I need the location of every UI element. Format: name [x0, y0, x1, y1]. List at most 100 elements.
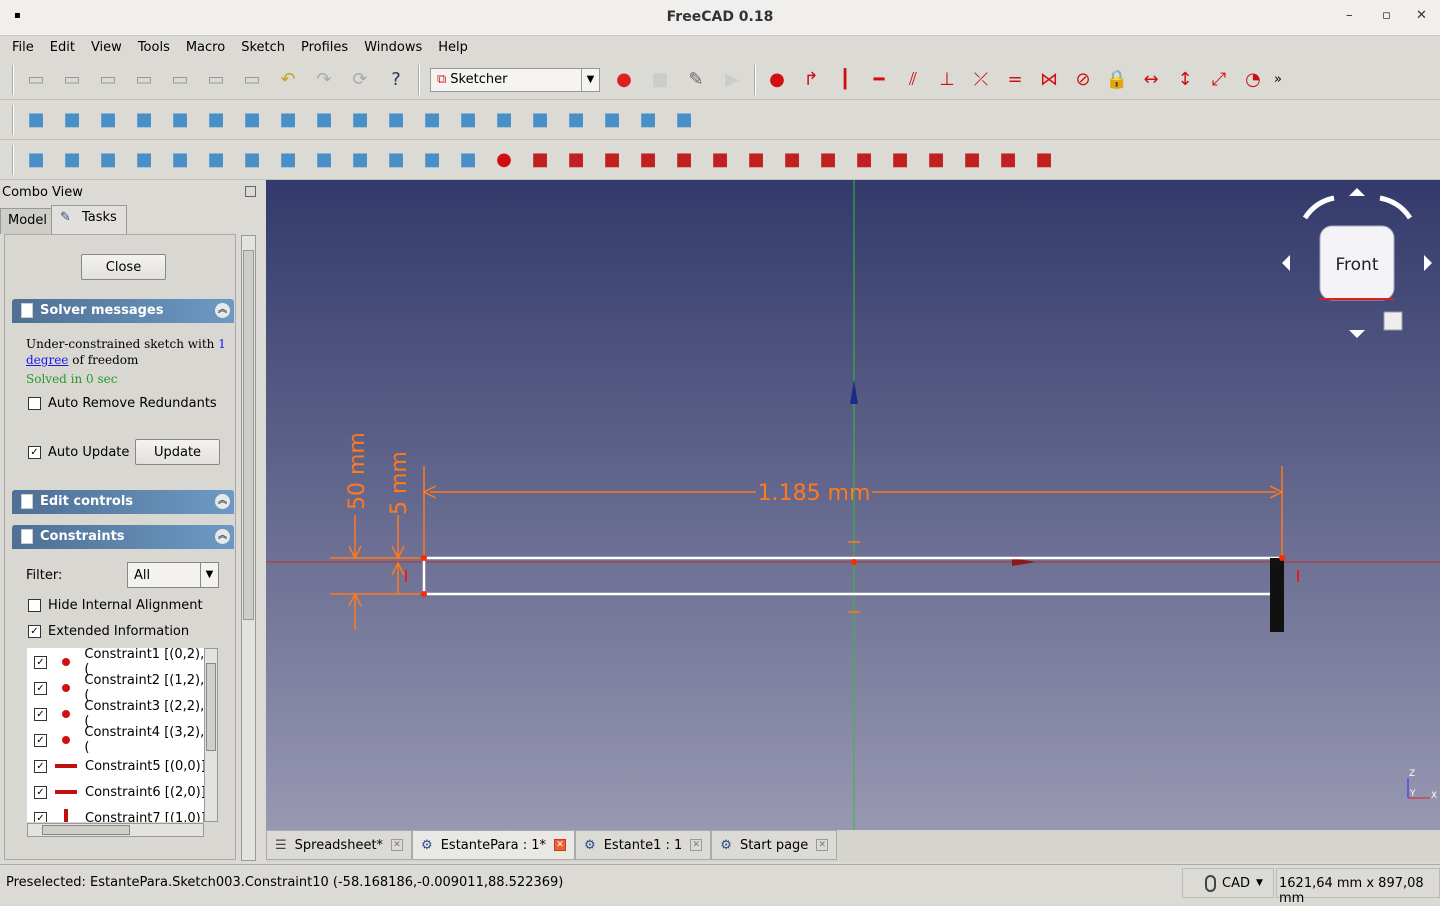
menu-sketch[interactable]: Sketch	[233, 37, 293, 59]
doc-tab[interactable]: ☰ Spreadsheet* ✕	[266, 830, 413, 860]
maximize-button[interactable]: ▫	[1382, 8, 1391, 23]
switch-virtual-icon[interactable]: ■	[455, 147, 481, 173]
conflicting-icon[interactable]: ■	[383, 147, 409, 173]
right-icon[interactable]: ■	[239, 107, 265, 133]
record-macro-icon[interactable]: ●	[611, 67, 637, 93]
trim-icon[interactable]: ■	[887, 147, 913, 173]
constraint-list-vscroll[interactable]	[204, 648, 218, 822]
perpendicular-icon[interactable]: ⊥	[934, 67, 960, 93]
collapse-icon[interactable]: ︽	[215, 303, 230, 318]
close-shape-icon[interactable]: ■	[95, 147, 121, 173]
horizontal-distance-icon[interactable]: ↔	[1138, 67, 1164, 93]
workbench-selector[interactable]: ⧉ Sketcher ▼	[430, 67, 600, 92]
filter-select[interactable]: All ▼	[127, 562, 219, 588]
select-origin-icon[interactable]: ■	[203, 147, 229, 173]
new-sketch-icon[interactable]: ■	[23, 147, 49, 173]
constraint-checkbox[interactable]: ✓	[34, 733, 47, 747]
hide-internal-alignment-checkbox[interactable]	[28, 599, 41, 612]
horizontal-icon[interactable]: ━	[866, 67, 892, 93]
grid-icon[interactable]: ■	[419, 147, 445, 173]
fillet-icon[interactable]: ■	[851, 147, 877, 173]
menu-macro[interactable]: Macro	[178, 37, 233, 59]
menu-profiles[interactable]: Profiles	[293, 37, 356, 59]
tasks-scrollbar[interactable]	[241, 235, 256, 861]
cut-icon[interactable]: ▭	[167, 67, 193, 93]
std-view-icon[interactable]: ■	[491, 107, 517, 133]
dof-link-degree[interactable]: degree	[26, 353, 68, 367]
redo-icon[interactable]: ↷	[311, 67, 337, 93]
menu-view[interactable]: View	[83, 37, 130, 59]
dof-link-1[interactable]: 1	[218, 337, 226, 351]
edit-controls-header[interactable]: Edit controls ︽	[12, 490, 234, 514]
close-tab-icon[interactable]: ✕	[554, 839, 567, 851]
refresh-icon[interactable]: ⟳	[347, 67, 373, 93]
toolbar-handle[interactable]	[12, 144, 14, 175]
leave-sketch-icon[interactable]: ■	[59, 147, 85, 173]
carbon-copy-icon[interactable]: ■	[995, 147, 1021, 173]
polygon-icon[interactable]: ■	[779, 147, 805, 173]
menu-help[interactable]: Help	[430, 37, 476, 59]
menu-tools[interactable]: Tools	[130, 37, 178, 59]
fit-selection-icon[interactable]: ■	[59, 107, 85, 133]
tab-model[interactable]: Model	[0, 208, 56, 234]
rear-icon[interactable]: ■	[275, 107, 301, 133]
tangent-icon[interactable]: ⤫	[968, 67, 994, 93]
solver-messages-header[interactable]: Solver messages ︽	[12, 299, 234, 323]
redundant-icon[interactable]: ■	[347, 147, 373, 173]
radius-icon[interactable]: ◔	[1240, 67, 1266, 93]
constraint-row[interactable]: ✓ Constraint5 [(0,0)]	[27, 753, 207, 779]
constraint-row[interactable]: ✓ Constraint1 [(0,2),(	[27, 648, 207, 677]
float-panel-icon[interactable]	[245, 186, 256, 197]
map-sketch-icon[interactable]: ■	[635, 107, 661, 133]
bspline-icon[interactable]: ■	[671, 147, 697, 173]
lock-icon[interactable]: 🔒	[1104, 67, 1130, 93]
bottom-icon[interactable]: ■	[311, 107, 337, 133]
extend-icon[interactable]: ■	[923, 147, 949, 173]
left-icon[interactable]: ■	[347, 107, 373, 133]
3d-viewport[interactable]: 1.185 mm 50 mm 5 mm Front ZY X	[266, 180, 1440, 830]
export-icon[interactable]: ■	[527, 107, 553, 133]
constraints-header[interactable]: Constraints ︽	[12, 525, 234, 549]
minimize-button[interactable]: –	[1346, 8, 1353, 23]
distance-icon[interactable]: ⤢	[1206, 67, 1232, 93]
tangent-arc-icon[interactable]: ↱	[798, 67, 824, 93]
draw-style-icon[interactable]: ■	[95, 107, 121, 133]
constraint-row[interactable]: ✓ Constraint7 [(1,0)]	[27, 805, 207, 822]
point-icon[interactable]: ●	[764, 67, 790, 93]
select-h-axis-icon[interactable]: ■	[239, 147, 265, 173]
block-icon[interactable]: ⊘	[1070, 67, 1096, 93]
constraint-row[interactable]: ✓ Constraint6 [(2,0)]	[27, 779, 207, 805]
fit-all-icon[interactable]: ■	[23, 107, 49, 133]
equal-icon[interactable]: =	[1002, 67, 1028, 93]
group-icon[interactable]: ■	[455, 107, 481, 133]
circle-icon[interactable]: ■	[599, 147, 625, 173]
toolbar-handle[interactable]	[12, 64, 14, 95]
menu-edit[interactable]: Edit	[42, 37, 83, 59]
constraint-row[interactable]: ✓ Constraint4 [(3,2),(	[27, 725, 207, 755]
extended-information-checkbox[interactable]: ✓	[28, 625, 41, 638]
open-file-icon[interactable]: ▭	[59, 67, 85, 93]
close-tab-icon[interactable]: ✕	[816, 839, 829, 851]
navigation-style-button[interactable]: CAD ▼	[1182, 868, 1274, 898]
whats-this-icon[interactable]: ?	[383, 67, 409, 93]
close-tab-icon[interactable]: ✕	[391, 839, 404, 851]
constraint-checkbox[interactable]: ✓	[34, 811, 47, 822]
constraint-checkbox[interactable]: ✓	[34, 785, 47, 799]
parallel-icon[interactable]: ⫽	[900, 67, 926, 93]
collapse-icon[interactable]: ︽	[215, 494, 230, 509]
isometric-icon[interactable]: ■	[131, 107, 157, 133]
save-view-icon[interactable]: ■	[563, 107, 589, 133]
vertical-icon[interactable]: ┃	[832, 67, 858, 93]
view-section-icon[interactable]: ■	[599, 107, 625, 133]
conic-icon[interactable]: ■	[635, 147, 661, 173]
collapse-icon[interactable]: ︽	[215, 529, 230, 544]
paste-icon[interactable]: ▭	[239, 67, 265, 93]
constraint-list-hscroll[interactable]	[27, 823, 204, 837]
vertical-distance-icon[interactable]: ↕	[1172, 67, 1198, 93]
stop-macro-icon[interactable]: ■	[647, 67, 673, 93]
new-file-icon[interactable]: ▭	[23, 67, 49, 93]
run-macro-icon[interactable]: ▶	[719, 67, 745, 93]
menu-file[interactable]: File	[4, 37, 42, 59]
slot-icon[interactable]: ■	[815, 147, 841, 173]
close-window-button[interactable]: ✕	[1416, 8, 1427, 23]
